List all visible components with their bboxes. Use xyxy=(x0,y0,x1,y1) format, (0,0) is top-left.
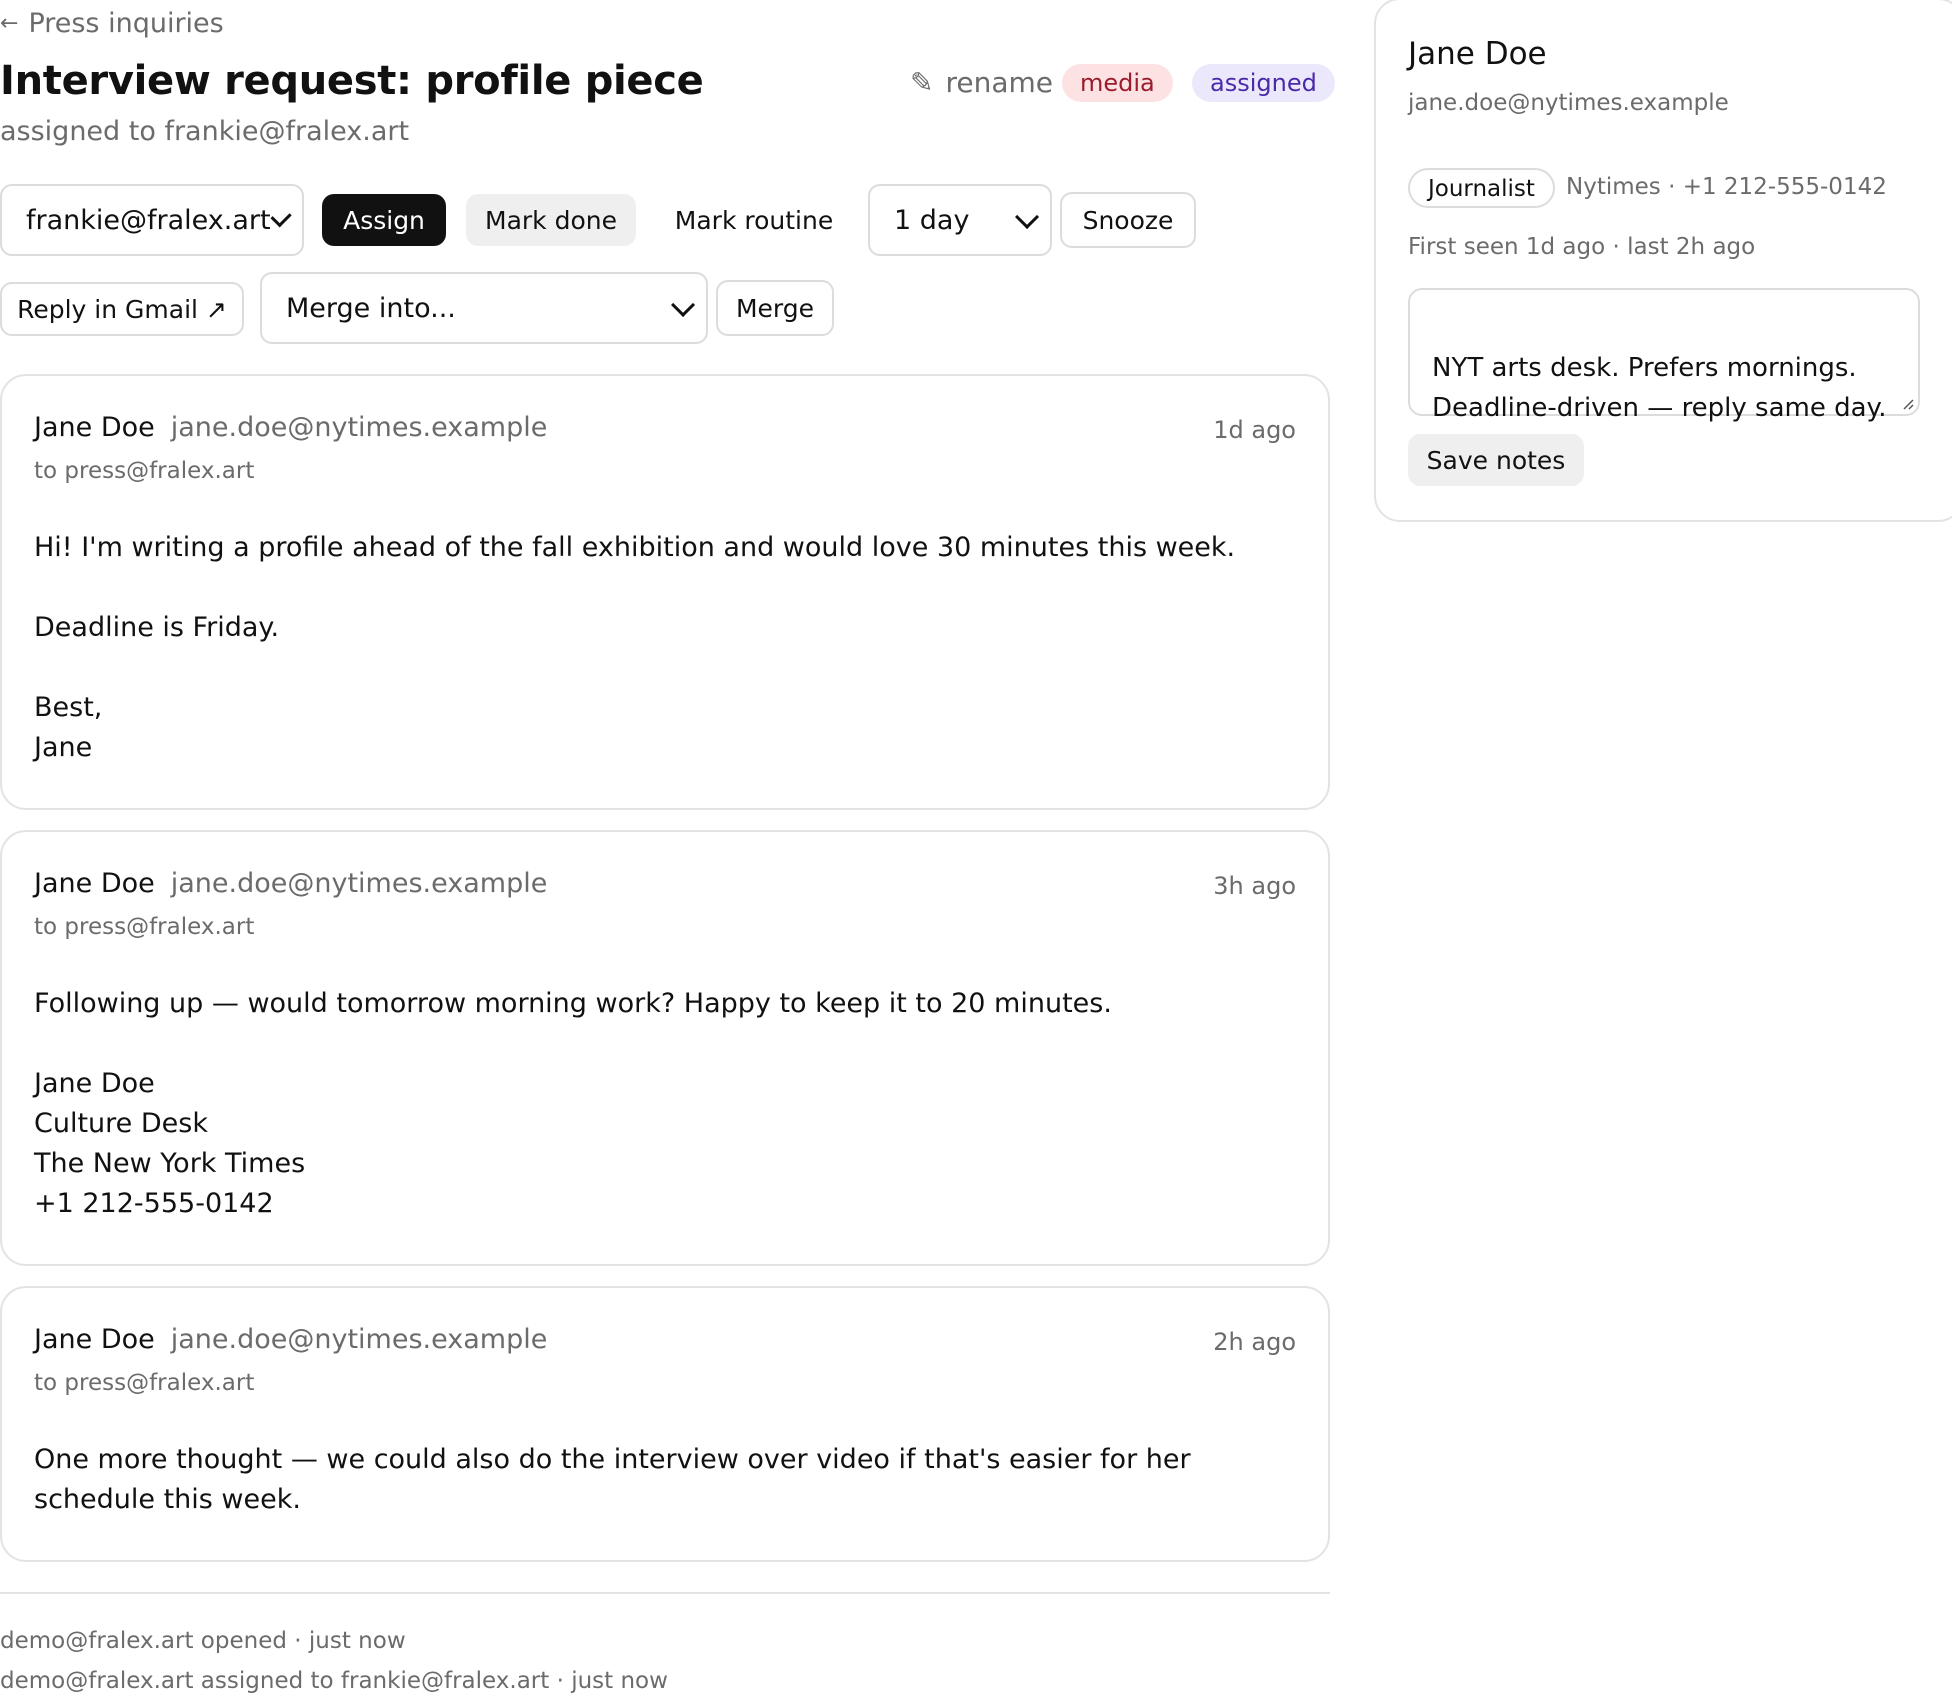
page-title: Interview request: profile piece xyxy=(0,58,704,104)
merge-into-value: Merge into... xyxy=(286,292,456,324)
chevron-down-icon xyxy=(1015,204,1040,229)
activity-item: demo@fralex.art assigned to frankie@fral… xyxy=(0,1668,668,1694)
message-paragraph: Best, Jane xyxy=(34,692,103,763)
rename-button[interactable]: ✎ rename xyxy=(910,66,1053,99)
message-card: Jane Doe jane.doe@nytimes.example 3h ago… xyxy=(0,830,1330,1266)
sender-name: Jane Doe xyxy=(34,1324,155,1355)
message-card: Jane Doe jane.doe@nytimes.example 1d ago… xyxy=(0,374,1330,810)
sender-email: jane.doe@nytimes.example xyxy=(170,868,548,899)
contact-org-phone: Nytimes · +1 212-555-0142 xyxy=(1566,174,1887,200)
message-paragraph: Jane Doe Culture Desk The New York Times… xyxy=(34,1068,306,1219)
activity-item: demo@fralex.art opened · just now xyxy=(0,1628,406,1654)
message-sender: Jane Doe jane.doe@nytimes.example xyxy=(34,1324,547,1355)
message-recipient: to press@fralex.art xyxy=(34,1370,255,1396)
message-paragraph: One more thought — we could also do the … xyxy=(34,1444,1191,1515)
resize-handle-icon[interactable] xyxy=(1902,398,1914,410)
contact-notes-textarea[interactable]: NYT arts desk. Prefers mornings. Deadlin… xyxy=(1408,288,1920,423)
snooze-duration-select[interactable]: 1 day xyxy=(868,184,1052,256)
merge-into-select[interactable]: Merge into... xyxy=(260,272,708,344)
merge-button[interactable]: Merge xyxy=(716,280,834,336)
mark-routine-button[interactable]: Mark routine xyxy=(656,194,852,246)
arrow-left-icon: ← xyxy=(0,11,19,36)
message-body: One more thought — we could also do the … xyxy=(34,1440,1284,1520)
contact-name: Jane Doe xyxy=(1408,36,1547,72)
reply-in-gmail-button[interactable]: Reply in Gmail ↗ xyxy=(0,282,244,336)
tag-badge-assigned: assigned xyxy=(1192,64,1335,102)
message-sender: Jane Doe jane.doe@nytimes.example xyxy=(34,412,547,443)
sender-email: jane.doe@nytimes.example xyxy=(170,412,548,443)
contact-seen-times: First seen 1d ago · last 2h ago xyxy=(1408,234,1756,260)
divider xyxy=(0,1592,1330,1594)
message-time: 2h ago xyxy=(1213,1328,1296,1356)
message-sender: Jane Doe jane.doe@nytimes.example xyxy=(34,868,547,899)
sender-name: Jane Doe xyxy=(34,868,155,899)
message-paragraph: Deadline is Friday. xyxy=(34,612,280,643)
message-body: Hi! I'm writing a profile ahead of the f… xyxy=(34,528,1284,768)
contact-email: jane.doe@nytimes.example xyxy=(1408,90,1729,116)
message-body: Following up — would tomorrow morning wo… xyxy=(34,984,1284,1224)
chevron-down-icon xyxy=(270,205,292,228)
message-time: 1d ago xyxy=(1213,416,1296,444)
assign-button[interactable]: Assign xyxy=(322,194,446,246)
back-link-label: Press inquiries xyxy=(28,8,224,39)
assignee-select[interactable]: frankie@fralex.art xyxy=(0,184,304,256)
sender-email: jane.doe@nytimes.example xyxy=(170,1324,548,1355)
back-link[interactable]: ← Press inquiries xyxy=(0,8,224,39)
snooze-button[interactable]: Snooze xyxy=(1060,192,1196,248)
save-notes-button[interactable]: Save notes xyxy=(1408,434,1584,486)
message-recipient: to press@fralex.art xyxy=(34,914,255,940)
contact-notes-text: NYT arts desk. Prefers mornings. Deadlin… xyxy=(1432,353,1887,423)
tag-badge-media: media xyxy=(1062,64,1173,102)
sender-name: Jane Doe xyxy=(34,412,155,443)
mark-done-button[interactable]: Mark done xyxy=(466,194,636,246)
message-time: 3h ago xyxy=(1213,872,1296,900)
chevron-down-icon xyxy=(671,292,696,317)
pencil-icon: ✎ xyxy=(910,66,934,99)
message-paragraph: Hi! I'm writing a profile ahead of the f… xyxy=(34,532,1236,563)
message-recipient: to press@fralex.art xyxy=(34,458,255,484)
assigned-to-text: assigned to frankie@fralex.art xyxy=(0,116,410,147)
snooze-duration-value: 1 day xyxy=(894,204,970,236)
assignee-select-value: frankie@fralex.art xyxy=(26,204,271,236)
rename-label: rename xyxy=(945,66,1053,99)
message-paragraph: Following up — would tomorrow morning wo… xyxy=(34,988,1112,1019)
message-card: Jane Doe jane.doe@nytimes.example 2h ago… xyxy=(0,1286,1330,1562)
contact-role-chip: Journalist xyxy=(1408,168,1555,208)
